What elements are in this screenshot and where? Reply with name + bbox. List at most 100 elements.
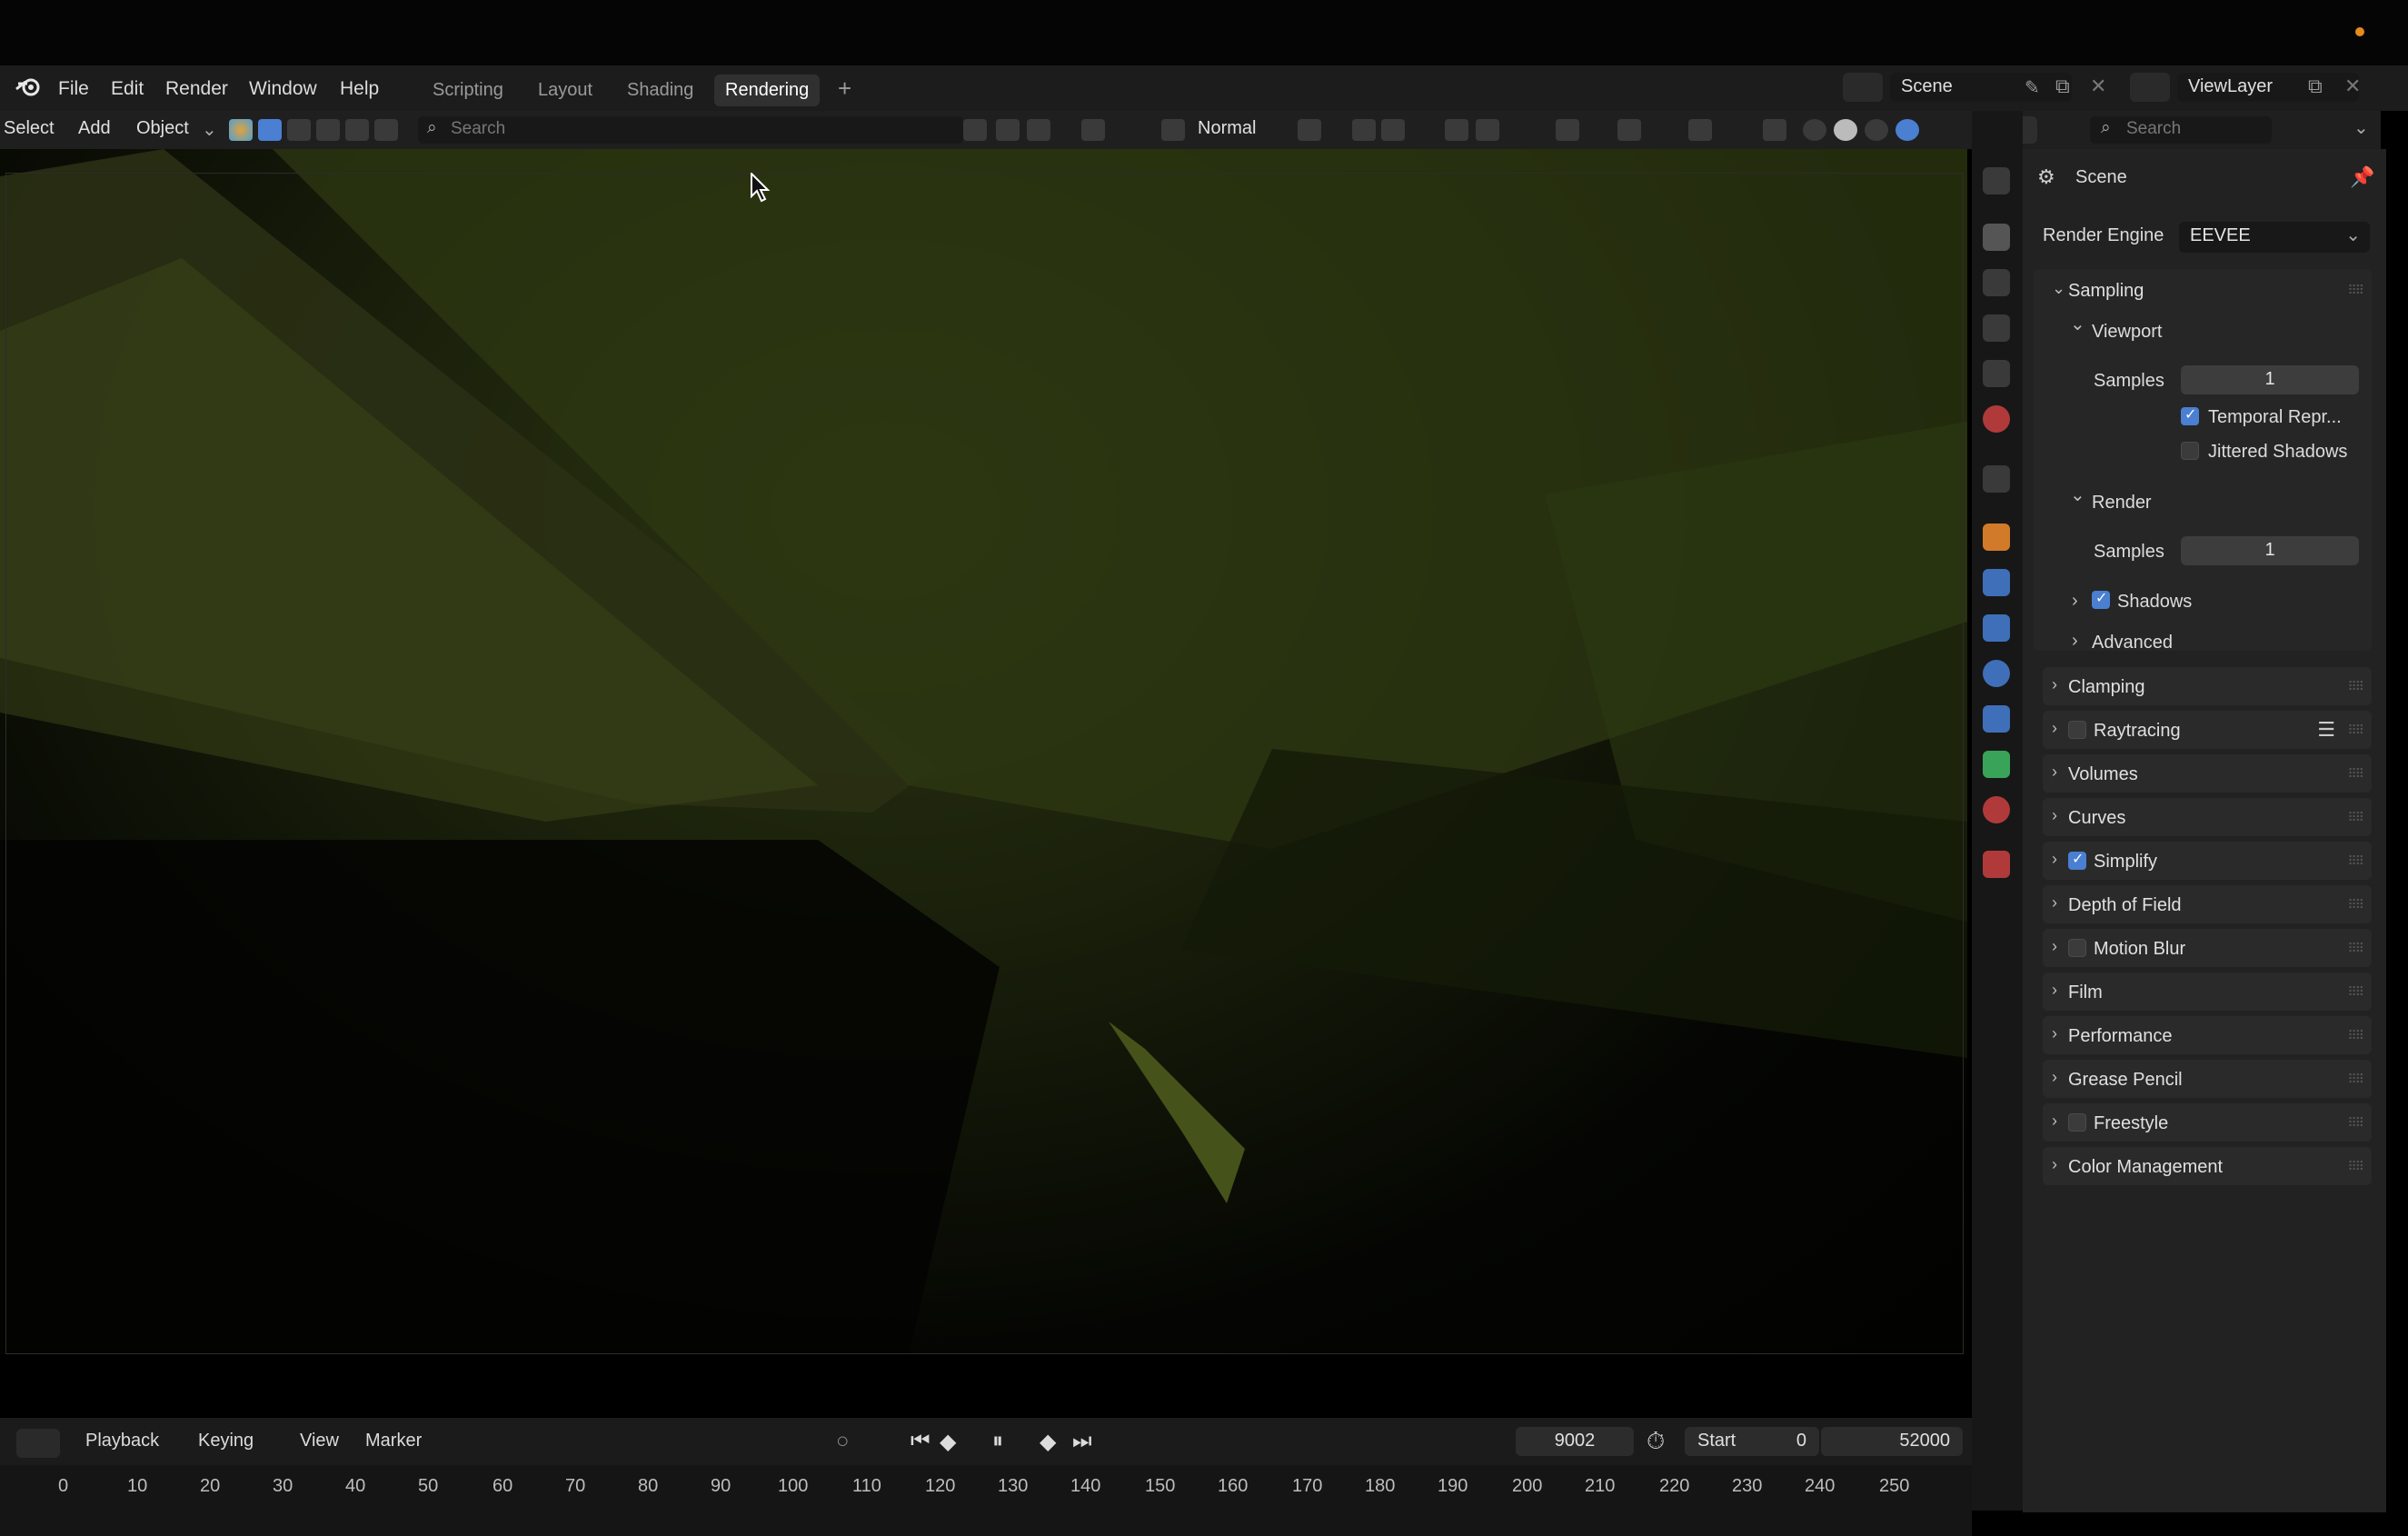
jump-to-keyframe-back-icon[interactable]: ◆: [940, 1429, 956, 1455]
editor-type-icon[interactable]: [229, 119, 253, 141]
viewport-subpanel-label[interactable]: Viewport: [2092, 322, 2162, 343]
jittered-shadows-checkbox[interactable]: [2181, 442, 2199, 460]
pivot-point-icon[interactable]: [1298, 119, 1321, 141]
viewport-search-input[interactable]: ⌕ Search: [418, 116, 963, 144]
keying-menu[interactable]: Keying: [198, 1431, 254, 1451]
object-tab-icon[interactable]: [1983, 524, 2010, 551]
object-visibility-icon[interactable]: [1556, 119, 1579, 141]
shadows-checkbox[interactable]: [2092, 589, 2110, 609]
drag-handle-icon[interactable]: ⠿⠿: [2347, 984, 2363, 1000]
panel-grease-pencil[interactable]: › Grease Pencil ⠿⠿: [2043, 1060, 2372, 1098]
jump-to-keyframe-forward-icon[interactable]: ◆: [1040, 1429, 1056, 1455]
raytracing-checkbox[interactable]: [2068, 721, 2086, 739]
chevron-down-icon[interactable]: ⌄: [2353, 116, 2369, 139]
menu-edit[interactable]: Edit: [104, 75, 151, 104]
select-extend-icon[interactable]: [287, 119, 311, 141]
tab-shading[interactable]: Shading: [616, 75, 704, 106]
drag-handle-icon[interactable]: ⠿⠿: [2347, 941, 2363, 956]
drag-handle-icon[interactable]: ⠿⠿: [2347, 766, 2363, 782]
select-intersect-icon[interactable]: [374, 119, 398, 141]
pin-icon[interactable]: ✎: [2025, 76, 2040, 99]
panel-performance[interactable]: › Performance ⠿⠿: [2043, 1016, 2372, 1054]
new-scene-icon[interactable]: ⧉: [2055, 75, 2070, 98]
tool-tab-icon[interactable]: [1983, 167, 2010, 194]
view-menu-icon[interactable]: [963, 119, 987, 141]
blender-logo-icon[interactable]: [15, 73, 42, 100]
viewport-samples-field[interactable]: 1: [2181, 365, 2359, 394]
proportional-editing-icon[interactable]: [1445, 119, 1468, 141]
chevron-right-icon[interactable]: ›: [2072, 631, 2078, 652]
drag-handle-icon[interactable]: ⠿⠿: [2347, 1159, 2363, 1174]
drag-handle-icon[interactable]: ⠿⠿: [2347, 723, 2363, 738]
panel-motion-blur[interactable]: › Motion Blur ⠿⠿: [2043, 929, 2372, 967]
view-layer-field[interactable]: ViewLayer: [2177, 73, 2359, 102]
filter-icon[interactable]: [1081, 119, 1105, 141]
delete-view-layer-icon[interactable]: ✕: [2344, 75, 2361, 98]
add-workspace-button[interactable]: +: [827, 69, 862, 108]
solid-shading-icon[interactable]: [1834, 119, 1857, 141]
list-icon[interactable]: ☰: [2317, 718, 2335, 742]
menu-help[interactable]: Help: [333, 75, 386, 104]
menu-window[interactable]: Window: [242, 75, 324, 104]
render-engine-dropdown[interactable]: EEVEE ⌄: [2179, 222, 2370, 253]
texture-tab-icon[interactable]: [1983, 851, 2010, 878]
sampling-panel-header[interactable]: ⌄ Sampling ⠿⠿: [2043, 271, 2372, 309]
end-frame-field[interactable]: 52000: [1821, 1427, 1963, 1456]
collection-tab-icon[interactable]: [1983, 465, 2010, 493]
new-view-layer-icon[interactable]: ⧉: [2308, 75, 2323, 98]
auto-keying-icon[interactable]: ○: [836, 1429, 850, 1454]
panel-depth-of-field[interactable]: › Depth of Field ⠿⠿: [2043, 885, 2372, 923]
render-samples-field[interactable]: 1: [2181, 536, 2359, 565]
render-tab-icon[interactable]: [1983, 224, 2010, 251]
drag-handle-icon[interactable]: ⠿⠿: [2347, 1072, 2363, 1087]
tab-layout[interactable]: Layout: [527, 75, 603, 106]
temporal-reprojection-checkbox[interactable]: [2181, 405, 2199, 425]
scene-name-field[interactable]: Scene: [1890, 73, 2072, 102]
falloff-icon[interactable]: [1476, 119, 1499, 141]
transform-orientation-dropdown[interactable]: Normal: [1198, 118, 1256, 139]
select-invert-icon[interactable]: [345, 119, 369, 141]
constraints-tab-icon[interactable]: [1983, 705, 2010, 733]
chevron-down-icon[interactable]: ⌄: [2070, 484, 2085, 506]
drag-handle-icon[interactable]: ⠿⠿: [2347, 1028, 2363, 1043]
data-tab-icon[interactable]: [1983, 751, 2010, 778]
delete-scene-icon[interactable]: ✕: [2090, 75, 2106, 98]
scene-tab-icon[interactable]: [1983, 360, 2010, 387]
panel-volumes[interactable]: › Volumes ⠿⠿: [2043, 754, 2372, 793]
menu-file[interactable]: File: [51, 75, 96, 104]
wireframe-shading-icon[interactable]: [1803, 119, 1826, 141]
modifier-tab-icon[interactable]: [1983, 569, 2010, 596]
view-layer-tab-icon[interactable]: [1983, 314, 2010, 342]
panel-clamping[interactable]: › Clamping ⠿⠿: [2043, 667, 2372, 705]
rendered-shading-icon[interactable]: [1896, 119, 1919, 141]
drag-handle-icon[interactable]: ⠿⠿: [2347, 679, 2363, 694]
panel-color-management[interactable]: › Color Management ⠿⠿: [2043, 1147, 2372, 1185]
transform-orientation-icon[interactable]: [1161, 119, 1185, 141]
freestyle-checkbox[interactable]: [2068, 1113, 2086, 1132]
current-frame-field[interactable]: 9002: [1516, 1427, 1634, 1456]
menu-render[interactable]: Render: [158, 75, 235, 104]
world-tab-icon[interactable]: [1983, 405, 2010, 433]
panel-freestyle[interactable]: › Freestyle ⠿⠿: [2043, 1103, 2372, 1142]
panel-curves[interactable]: › Curves ⠿⠿: [2043, 798, 2372, 836]
panel-simplify[interactable]: › Simplify ⠿⠿: [2043, 842, 2372, 880]
bookmark-icon[interactable]: [996, 119, 1020, 141]
marker-menu[interactable]: Marker: [365, 1431, 422, 1451]
drag-handle-icon[interactable]: ⠿⠿: [2347, 853, 2363, 869]
add-menu[interactable]: Add: [78, 118, 111, 139]
pin-icon[interactable]: 📌: [2350, 165, 2374, 189]
overlays-icon[interactable]: [1688, 119, 1712, 141]
playback-menu[interactable]: Playback: [85, 1431, 159, 1451]
physics-tab-icon[interactable]: [1983, 660, 2010, 687]
drag-handle-icon[interactable]: ⠿⠿: [2347, 810, 2363, 825]
view-layer-selector-icon[interactable]: [2130, 73, 2170, 102]
motion-blur-checkbox[interactable]: [2068, 939, 2086, 957]
panel-film[interactable]: › Film ⠿⠿: [2043, 972, 2372, 1011]
chevron-right-icon[interactable]: ›: [2072, 591, 2078, 612]
advanced-label[interactable]: Advanced: [2092, 633, 2173, 653]
select-subtract-icon[interactable]: [316, 119, 340, 141]
material-shading-icon[interactable]: [1865, 119, 1888, 141]
output-tab-icon[interactable]: [1983, 269, 2010, 296]
jump-to-start-icon[interactable]: ⏮: [910, 1429, 930, 1454]
drag-handle-icon[interactable]: ⠿⠿: [2347, 1115, 2363, 1131]
